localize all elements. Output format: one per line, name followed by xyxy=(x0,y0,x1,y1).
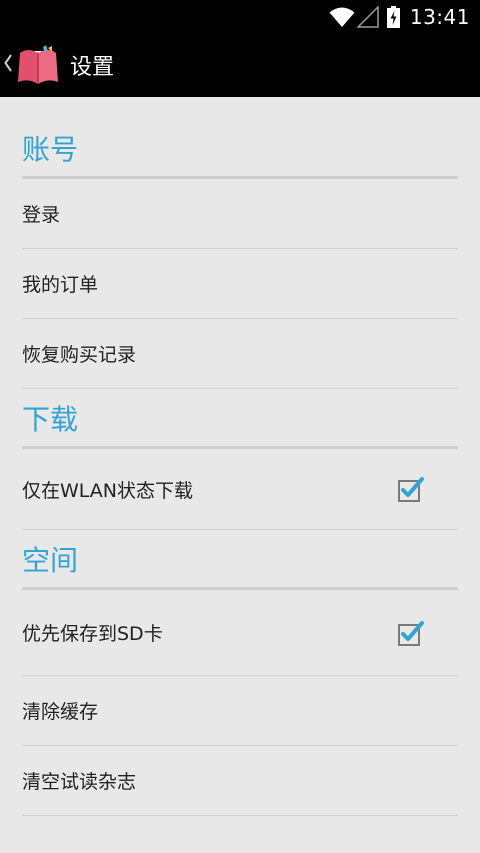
checkmark-icon xyxy=(398,477,424,502)
section-title: 下载 xyxy=(22,403,79,436)
settings-list: 账号 登录 我的订单 恢复购买记录 下载 仅在WLAN状态下载 空间 优先保存到… xyxy=(0,97,480,816)
pref-clear-trial-magazines[interactable]: 清空试读杂志 xyxy=(22,746,458,816)
pref-my-orders[interactable]: 我的订单 xyxy=(22,249,458,319)
pref-label: 清空试读杂志 xyxy=(22,771,137,793)
pref-restore-purchases[interactable]: 恢复购买记录 xyxy=(22,319,458,389)
checkmark-icon xyxy=(398,620,424,646)
wifi-icon xyxy=(329,6,355,28)
action-bar: 设置 xyxy=(0,33,480,97)
pref-label: 仅在WLAN状态下载 xyxy=(22,479,194,502)
wlan-only-checkbox[interactable] xyxy=(398,476,424,502)
status-icons: 13:41 xyxy=(329,0,470,33)
battery-charging-icon xyxy=(386,5,400,28)
section-header-account: 账号 xyxy=(22,97,458,179)
section-header-storage: 空间 xyxy=(22,530,458,590)
page-title: 设置 xyxy=(70,55,115,80)
signal-icon xyxy=(356,5,379,28)
status-time: 13:41 xyxy=(409,4,470,29)
book-logo-icon xyxy=(16,45,60,85)
section-header-download: 下载 xyxy=(22,389,458,449)
section-title: 空间 xyxy=(22,544,79,577)
up-chevron-icon xyxy=(4,53,14,77)
pref-save-to-sd[interactable]: 优先保存到SD卡 xyxy=(22,590,458,676)
pref-login[interactable]: 登录 xyxy=(22,179,458,249)
pref-label: 清除缓存 xyxy=(22,701,99,723)
pref-label: 登录 xyxy=(22,204,61,226)
up-button[interactable] xyxy=(0,33,60,97)
pref-label: 恢复购买记录 xyxy=(22,344,137,366)
section-title: 账号 xyxy=(22,133,79,166)
pref-wlan-only-download[interactable]: 仅在WLAN状态下载 xyxy=(22,449,458,530)
save-to-sd-checkbox[interactable] xyxy=(398,620,424,646)
status-bar: 13:41 xyxy=(0,0,480,33)
pref-clear-cache[interactable]: 清除缓存 xyxy=(22,676,458,746)
pref-label: 我的订单 xyxy=(22,274,99,296)
pref-label: 优先保存到SD卡 xyxy=(22,623,163,645)
